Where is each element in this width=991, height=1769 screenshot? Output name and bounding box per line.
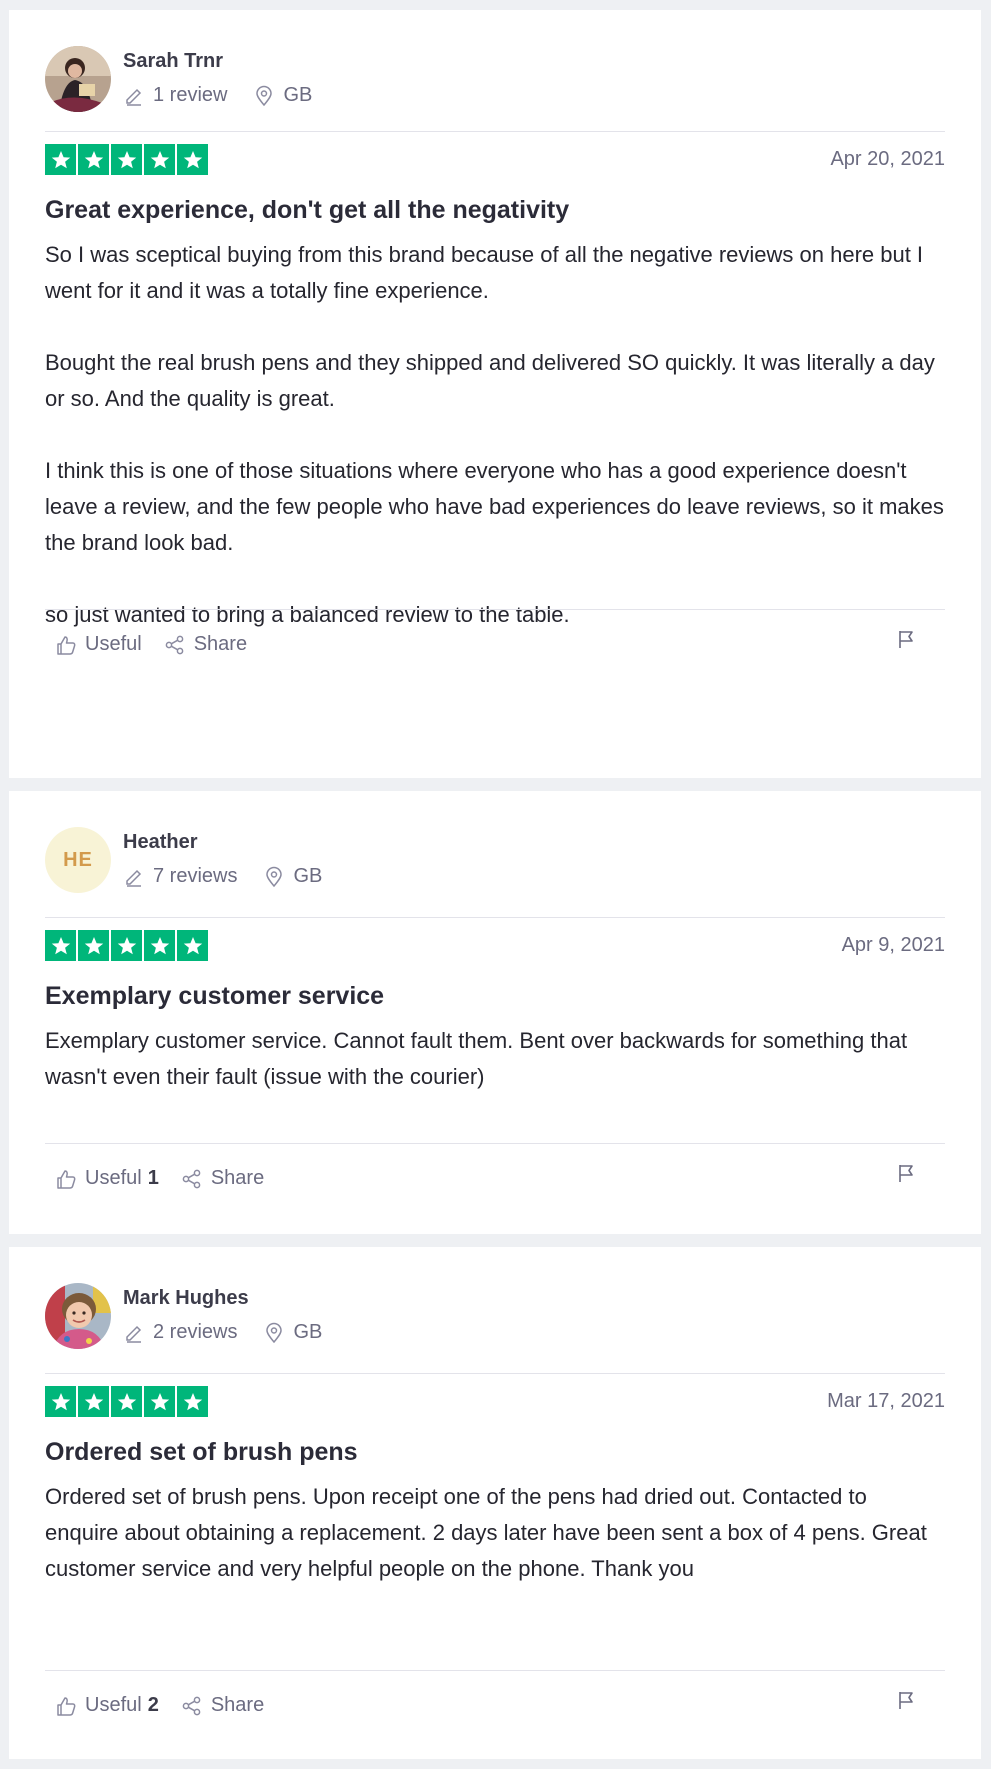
share-label: Share: [210, 1167, 265, 1189]
star-icon: [177, 144, 208, 175]
thumbs-up-icon: [57, 1696, 76, 1716]
review-title[interactable]: Exemplary customer service: [45, 982, 384, 1011]
thumbs-up-icon: [57, 635, 76, 655]
review-body: Ordered set of brush pens. Upon receipt …: [45, 1479, 945, 1587]
useful-button[interactable]: Useful 1: [55, 1167, 159, 1190]
share-icon: [182, 1696, 201, 1715]
share-label: Share: [193, 633, 248, 655]
flag-icon[interactable]: [895, 1162, 917, 1184]
thumbs-up-icon: [57, 1169, 76, 1189]
review-body: So I was sceptical buying from this bran…: [45, 237, 945, 633]
useful-label: Useful: [85, 1167, 142, 1189]
avatar[interactable]: [45, 46, 111, 112]
review-title[interactable]: Great experience, don't get all the nega…: [45, 196, 569, 225]
star-icon: [45, 1386, 76, 1417]
review-paragraph: So I was sceptical buying from this bran…: [45, 242, 924, 303]
review-list: Sarah Trnr 1 review GB Apr 20, 2021 Grea…: [0, 0, 991, 1769]
consumer-name[interactable]: Heather: [123, 831, 197, 854]
review-title[interactable]: Ordered set of brush pens: [45, 1438, 358, 1467]
useful-button[interactable]: Useful: [55, 633, 142, 656]
avatar[interactable]: [45, 1283, 111, 1349]
consumer-info: Mark Hughes 2 reviews GB: [45, 1283, 945, 1349]
star-icon: [111, 1386, 142, 1417]
review-card: Mark Hughes 2 reviews GB Mar 17, 2021 Or…: [9, 1247, 981, 1759]
review-date: Apr 9, 2021: [841, 934, 945, 956]
divider: [45, 1373, 945, 1374]
divider: [45, 609, 945, 610]
review-count-text: 7 reviews: [153, 865, 238, 887]
review-count: 7 reviews: [123, 865, 237, 888]
divider: [45, 917, 945, 918]
location-pin-icon: [266, 1322, 283, 1343]
star-icon: [144, 930, 175, 961]
consumer-name[interactable]: Sarah Trnr: [123, 50, 223, 73]
star-icon: [78, 1386, 109, 1417]
star-icon: [144, 144, 175, 175]
consumer-meta: 1 review GB: [123, 84, 338, 107]
avatar[interactable]: HE: [45, 827, 111, 893]
star-icon: [45, 930, 76, 961]
review-actions: Useful Share: [55, 633, 269, 656]
useful-button[interactable]: Useful 2: [55, 1694, 159, 1717]
review-count-text: 2 reviews: [153, 1321, 238, 1343]
star-rating: [45, 144, 208, 175]
useful-label: Useful: [85, 633, 142, 655]
review-card: HE Heather 7 reviews GB Apr 9, 2021 Exem…: [9, 791, 981, 1234]
consumer-meta: 7 reviews GB: [123, 865, 348, 888]
flag-icon[interactable]: [895, 1689, 917, 1711]
consumer-name[interactable]: Mark Hughes: [123, 1287, 249, 1310]
star-rating: [45, 1386, 208, 1417]
divider: [45, 1143, 945, 1144]
location-pin-icon: [266, 866, 283, 887]
location: GB: [263, 1321, 322, 1344]
useful-label: Useful: [85, 1694, 142, 1716]
country: GB: [293, 1321, 323, 1343]
review-date: Mar 17, 2021: [827, 1390, 945, 1412]
location: GB: [253, 84, 312, 107]
share-button[interactable]: Share: [164, 633, 247, 656]
useful-count: 1: [147, 1167, 159, 1189]
location-pin-icon: [256, 85, 273, 106]
review-paragraph: Exemplary customer service. Cannot fault…: [45, 1028, 908, 1089]
divider: [45, 131, 945, 132]
review-paragraph: so just wanted to bring a balanced revie…: [45, 602, 570, 627]
share-icon: [182, 1169, 201, 1188]
flag-icon[interactable]: [895, 628, 917, 650]
useful-count: 2: [147, 1694, 159, 1716]
share-button[interactable]: Share: [181, 1694, 264, 1717]
star-icon: [144, 1386, 175, 1417]
pencil-icon: [126, 88, 142, 106]
star-icon: [111, 930, 142, 961]
share-icon: [165, 635, 184, 654]
review-count: 2 reviews: [123, 1321, 237, 1344]
star-icon: [111, 144, 142, 175]
consumer-info: Sarah Trnr 1 review GB: [45, 46, 945, 112]
share-button[interactable]: Share: [181, 1167, 264, 1190]
divider: [45, 1670, 945, 1671]
star-icon: [177, 930, 208, 961]
consumer-info: HE Heather 7 reviews GB: [45, 827, 945, 893]
review-actions: Useful 1 Share: [55, 1167, 286, 1190]
pencil-icon: [126, 1325, 142, 1343]
review-paragraph: I think this is one of those situations …: [45, 458, 944, 555]
review-date: Apr 20, 2021: [830, 148, 945, 170]
review-paragraph: Bought the real brush pens and they ship…: [45, 350, 935, 411]
review-card: Sarah Trnr 1 review GB Apr 20, 2021 Grea…: [9, 10, 981, 778]
review-paragraph: Ordered set of brush pens. Upon receipt …: [45, 1484, 927, 1581]
star-rating: [45, 930, 208, 961]
review-count-text: 1 review: [153, 84, 228, 106]
review-count: 1 review: [123, 84, 227, 107]
star-icon: [78, 930, 109, 961]
location: GB: [263, 865, 322, 888]
country: GB: [293, 865, 323, 887]
star-icon: [45, 144, 76, 175]
review-body: Exemplary customer service. Cannot fault…: [45, 1023, 945, 1095]
review-actions: Useful 2 Share: [55, 1694, 286, 1717]
consumer-meta: 2 reviews GB: [123, 1321, 348, 1344]
share-label: Share: [210, 1694, 265, 1716]
star-icon: [78, 144, 109, 175]
pencil-icon: [126, 869, 142, 887]
star-icon: [177, 1386, 208, 1417]
country: GB: [283, 84, 313, 106]
